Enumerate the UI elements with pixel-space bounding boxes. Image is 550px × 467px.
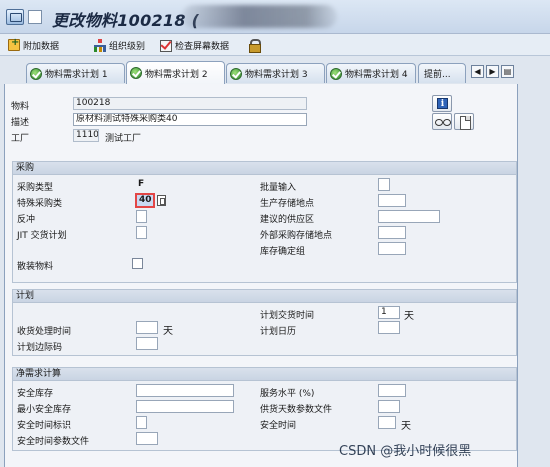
info-button[interactable]: i — [432, 95, 452, 112]
check-screen-icon — [160, 39, 172, 52]
prod-stor-label: 生产存储地点 — [260, 199, 315, 209]
sm-key-label: 计划边际码 — [17, 343, 63, 353]
ext-stor-field[interactable] — [378, 226, 406, 239]
backflush-label: 反冲 — [17, 215, 36, 225]
lock-button[interactable] — [248, 37, 263, 53]
right-gutter — [520, 84, 550, 467]
gr-time-field[interactable] — [136, 321, 158, 334]
proc-type-label: 采购类型 — [17, 183, 54, 193]
service-level-field[interactable] — [378, 384, 406, 397]
cov-profile-field[interactable] — [378, 400, 400, 413]
application-toolbar: 附加数据 组织级别 检查屏幕数据 — [0, 34, 550, 56]
supply-area-label: 建议的供应区 — [260, 215, 315, 225]
special-proc-label: 特殊采购类 — [17, 199, 63, 209]
check-icon — [230, 67, 242, 80]
material-label: 物料 — [11, 102, 30, 112]
material-master-icon — [6, 9, 24, 25]
planned-delivery-unit: 天 — [404, 311, 414, 322]
section-title: 采购 — [13, 162, 516, 175]
safety-time-prof-field[interactable] — [136, 432, 158, 445]
safety-stock-label: 安全库存 — [17, 389, 54, 399]
check-screen-data-button[interactable]: 检查屏幕数据 — [160, 37, 229, 53]
min-safety-field[interactable] — [136, 400, 234, 413]
plant-label: 工厂 — [11, 134, 30, 144]
title-bar: 更改物料100218 ( — [0, 0, 550, 34]
safety-time-ind-label: 安全时间标识 — [17, 421, 72, 431]
description-label: 描述 — [11, 118, 30, 128]
plant-name: 测试工厂 — [105, 134, 142, 144]
ext-stor-label: 外部采购存储地点 — [260, 231, 333, 241]
gr-time-label: 收货处理时间 — [17, 327, 72, 337]
display-glasses-icon[interactable] — [432, 113, 452, 130]
tab-next-icon[interactable]: ▶ — [486, 65, 499, 78]
safety-time-unit: 天 — [401, 421, 411, 432]
redacted-title-part — [182, 5, 337, 28]
min-safety-label: 最小安全库存 — [17, 405, 72, 415]
jit-field[interactable] — [136, 226, 147, 239]
safety-time-ind-field[interactable] — [136, 416, 147, 429]
add-data-icon — [8, 37, 20, 51]
tab-prev-icon[interactable]: ◀ — [471, 65, 484, 78]
planning-cal-label: 计划日历 — [260, 327, 297, 337]
material-field: 100218 — [73, 97, 307, 110]
document-icon[interactable] — [454, 113, 474, 130]
info-icon: i — [437, 98, 448, 109]
batch-entry-label: 批量输入 — [260, 183, 297, 193]
cov-profile-label: 供货天数参数文件 — [260, 405, 333, 415]
service-level-label: 服务水平 (%) — [260, 389, 315, 399]
watermark-text: CSDN @我小时候很黑 — [339, 444, 472, 459]
batch-entry-field[interactable] — [378, 178, 390, 191]
check-icon — [330, 67, 342, 80]
org-levels-button[interactable]: 组织级别 — [94, 37, 145, 53]
planning-cal-field[interactable] — [378, 321, 400, 334]
gr-time-unit: 天 — [163, 326, 173, 337]
proc-type-value: F — [138, 179, 145, 189]
safety-time-prof-label: 安全时间参数文件 — [17, 437, 90, 447]
stock-group-label: 库存确定组 — [260, 247, 306, 257]
tab-content-panel: 物料 100218 描述 原材料测试特殊采购类40 工厂 1110 测试工厂 i… — [4, 84, 518, 467]
bulk-checkbox[interactable] — [132, 258, 143, 269]
additional-data-button[interactable]: 附加数据 — [8, 37, 59, 53]
check-icon — [130, 67, 142, 79]
backflush-field[interactable] — [136, 210, 147, 223]
check-icon — [30, 67, 42, 80]
scheduling-section: 计划 — [12, 289, 517, 356]
tab-strip: 物料需求计划 1 物料需求计划 2 物料需求计划 3 物料需求计划 4 提前..… — [0, 56, 550, 84]
safety-time-label: 安全时间 — [260, 421, 297, 431]
tab-list-icon[interactable]: ▤ — [501, 65, 514, 78]
safety-time-field[interactable] — [378, 416, 396, 429]
title-checkbox[interactable] — [28, 10, 42, 24]
planned-delivery-label: 计划交货时间 — [260, 311, 315, 321]
tab-mrp-4[interactable]: 物料需求计划 4 — [326, 63, 416, 83]
lock-icon — [248, 39, 261, 53]
org-levels-icon — [94, 39, 106, 52]
tab-lead-time[interactable]: 提前... — [418, 63, 466, 83]
description-field[interactable]: 原材料测试特殊采购类40 — [73, 113, 307, 126]
special-proc-field[interactable]: 40 — [135, 193, 155, 208]
tab-mrp-1[interactable]: 物料需求计划 1 — [26, 63, 125, 83]
safety-stock-field[interactable] — [136, 384, 234, 397]
window-title: 更改物料100218 ( — [52, 11, 200, 30]
jit-label: JIT 交货计划 — [17, 231, 67, 241]
plant-field: 1110 — [73, 129, 99, 142]
section-title: 计划 — [13, 290, 516, 303]
stock-group-field[interactable] — [378, 242, 406, 255]
sm-key-field[interactable] — [136, 337, 158, 350]
tab-mrp-2[interactable]: 物料需求计划 2 — [126, 61, 225, 84]
planned-delivery-field[interactable]: 1 — [378, 306, 400, 319]
bulk-label: 散装物料 — [17, 262, 54, 272]
section-title: 净需求计算 — [13, 368, 516, 381]
prod-stor-field[interactable] — [378, 194, 406, 207]
tab-mrp-3[interactable]: 物料需求计划 3 — [226, 63, 325, 83]
value-help-icon[interactable] — [157, 195, 166, 206]
supply-area-field[interactable] — [378, 210, 440, 223]
